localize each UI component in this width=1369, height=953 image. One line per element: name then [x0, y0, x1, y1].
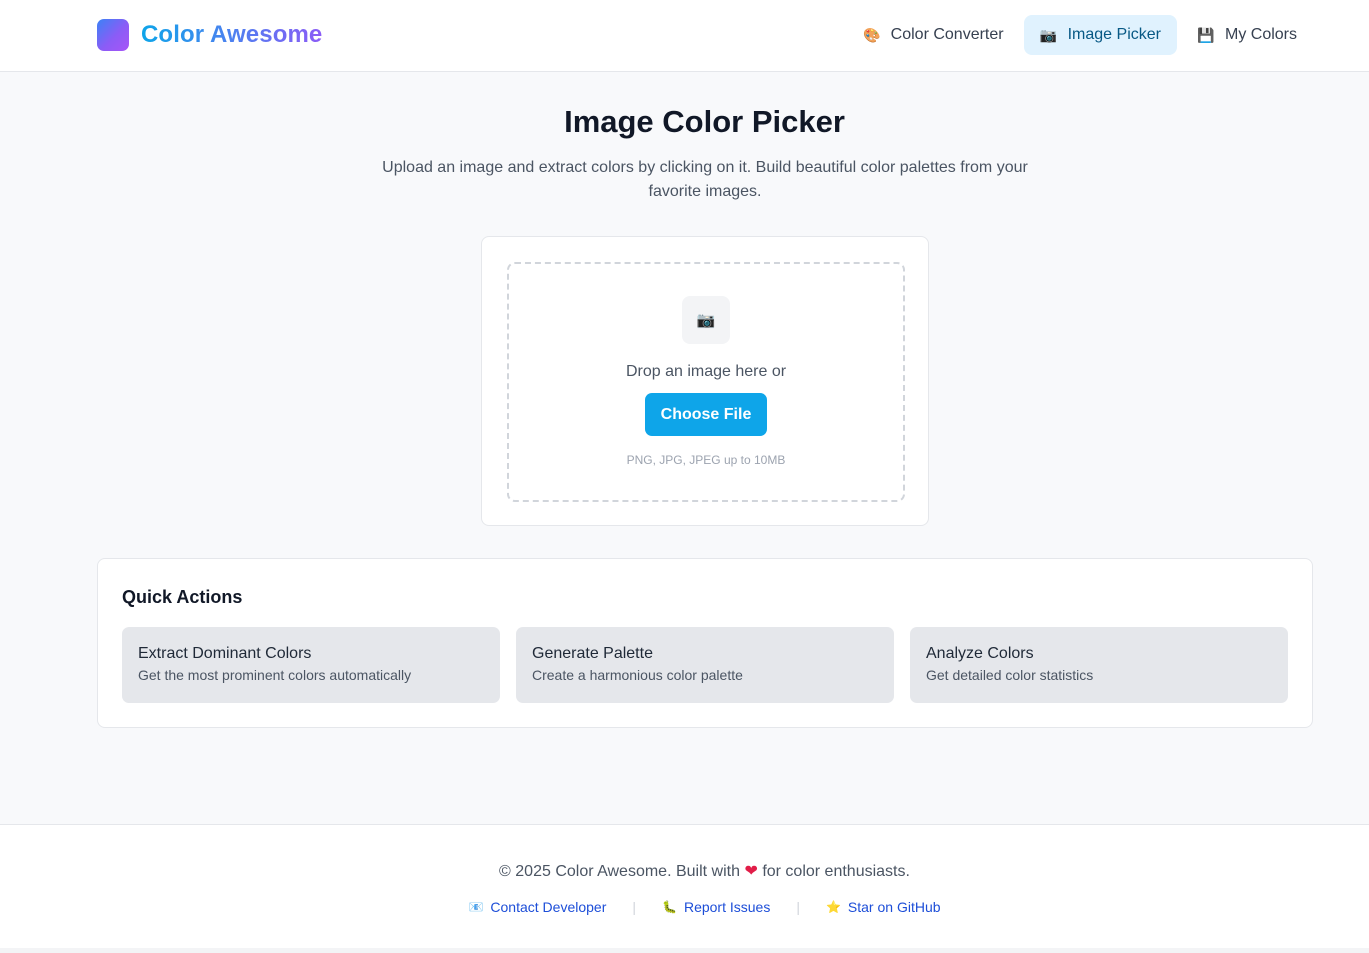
brand-name: Color Awesome	[141, 21, 323, 48]
page-subtitle: Upload an image and extract colors by cl…	[382, 159, 1028, 200]
nav-color-converter[interactable]: 🎨 Color Converter	[847, 15, 1020, 55]
heart-icon: ❤	[744, 863, 758, 880]
nav-label: Image Picker	[1067, 26, 1161, 43]
quick-action-generate-palette[interactable]: Generate Palette Create a harmonious col…	[516, 627, 894, 703]
main-nav: 🎨 Color Converter 📷 Image Picker 💾 My Co…	[847, 15, 1313, 55]
copyright-text: © 2025 Color Awesome. Built with	[499, 863, 740, 880]
quick-action-name: Generate Palette	[532, 645, 653, 662]
star-on-github-link[interactable]: ⭐ Star on GitHub	[826, 899, 941, 915]
palette-icon: 🎨	[862, 26, 881, 43]
link-label: Report Issues	[683, 899, 771, 915]
floppy-disk-icon: 💾	[1197, 26, 1215, 43]
quick-action-name: Extract Dominant Colors	[138, 645, 312, 662]
page-bottom-edge	[0, 948, 1369, 953]
footer-copyright: © 2025 Color Awesome. Built with ❤ for c…	[0, 861, 1369, 881]
quick-action-analyze-colors[interactable]: Analyze Colors Get detailed color statis…	[910, 627, 1288, 703]
quick-actions-panel: Quick Actions Extract Dominant Colors Ge…	[97, 558, 1313, 728]
upload-card: 📷 Drop an image here or Choose File PNG,…	[481, 236, 929, 526]
contact-developer-link[interactable]: 📧 Contact Developer	[468, 899, 606, 915]
link-label: Star on GitHub	[847, 899, 941, 915]
nav-label: Color Converter	[890, 26, 1004, 43]
quick-action-extract-dominant[interactable]: Extract Dominant Colors Get the most pro…	[122, 627, 500, 703]
quick-action-name: Analyze Colors	[926, 645, 1034, 662]
image-dropzone[interactable]: 📷 Drop an image here or Choose File PNG,…	[507, 262, 905, 502]
header: Color Awesome 🎨 Color Converter 📷 Image …	[0, 0, 1369, 72]
footer: © 2025 Color Awesome. Built with ❤ for c…	[0, 824, 1369, 948]
bug-icon: 🐛	[662, 900, 677, 914]
report-issues-link[interactable]: 🐛 Report Issues	[662, 899, 770, 915]
nav-my-colors[interactable]: 💾 My Colors	[1181, 15, 1313, 55]
logo-mark-icon	[97, 19, 129, 51]
nav-image-picker[interactable]: 📷 Image Picker	[1023, 15, 1177, 55]
camera-icon: 📷	[682, 296, 730, 344]
page-title: Image Color Picker	[564, 104, 845, 139]
camera-icon: 📷	[1039, 26, 1058, 43]
choose-file-button[interactable]: Choose File	[645, 393, 767, 436]
brand-logo[interactable]: Color Awesome	[97, 19, 322, 51]
footer-links: 📧 Contact Developer | 🐛 Report Issues | …	[0, 899, 1369, 915]
quick-action-desc: Get the most prominent colors automatica…	[138, 667, 412, 683]
divider: |	[632, 899, 636, 915]
quick-action-desc: Get detailed color statistics	[926, 667, 1094, 683]
divider: |	[796, 899, 800, 915]
quick-action-desc: Create a harmonious color palette	[532, 667, 743, 683]
email-icon: 📧	[468, 900, 484, 914]
star-icon: ⭐	[825, 900, 841, 914]
nav-label: My Colors	[1224, 26, 1297, 43]
dropzone-prompt: Drop an image here or	[625, 363, 787, 380]
file-type-hint: PNG, JPG, JPEG up to 10MB	[626, 453, 786, 467]
quick-actions-title: Quick Actions	[122, 587, 243, 607]
link-label: Contact Developer	[490, 899, 607, 915]
copyright-suffix: for color enthusiasts.	[762, 863, 910, 880]
